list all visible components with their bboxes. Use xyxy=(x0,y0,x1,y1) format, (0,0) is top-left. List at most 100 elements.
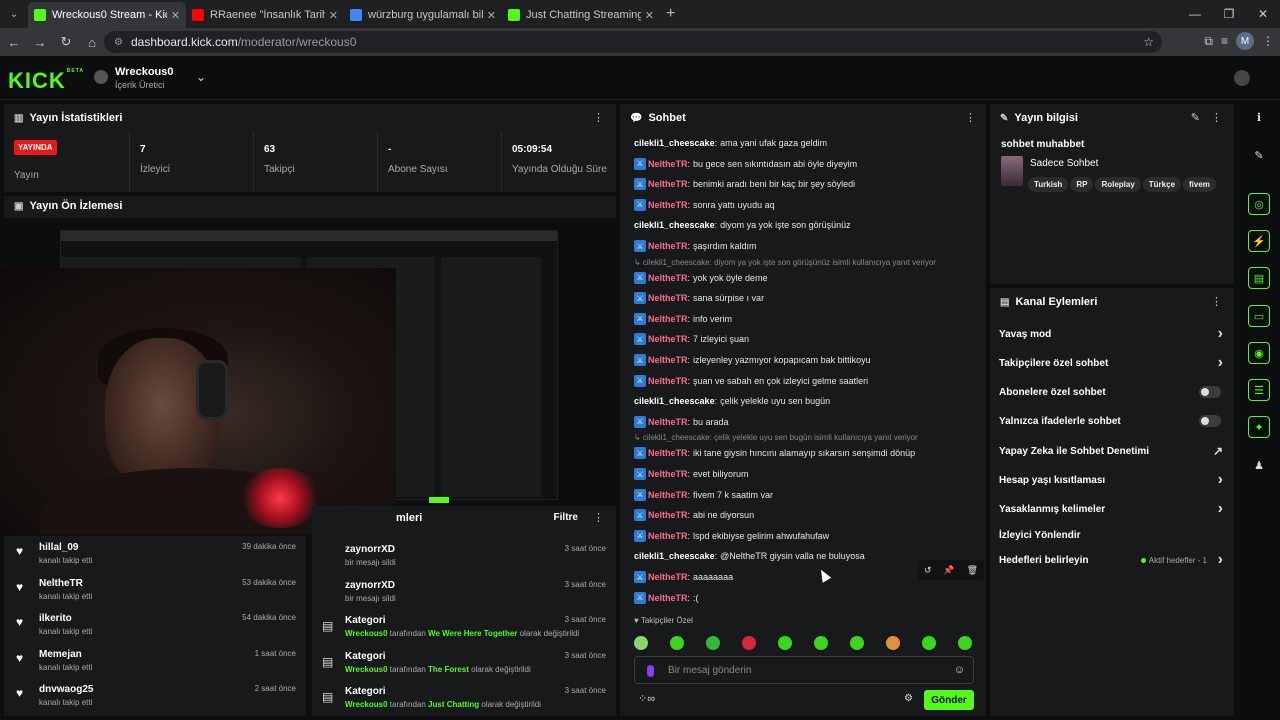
chat-message[interactable]: ⚔ NeltheTR: evet biliyorum xyxy=(634,466,749,482)
edit-icon[interactable]: ✎ xyxy=(1191,111,1200,124)
channel-action-row[interactable]: Hedefleri belirleyin Aktif hedefler - 1 › xyxy=(999,547,1229,573)
site-info-icon[interactable]: ⚙ xyxy=(114,37,123,48)
browser-tab[interactable]: würzburg uygulamalı bilimler ü ✕ xyxy=(344,2,502,28)
minimize-icon[interactable]: — xyxy=(1178,7,1212,21)
chat-message[interactable]: ⚔ NeltheTR: abi ne diyorsun xyxy=(634,507,754,523)
chat-username[interactable]: NeltheTR xyxy=(648,376,688,386)
event-user[interactable]: Wreckous0 xyxy=(345,665,388,674)
reload-icon[interactable]: ↻ xyxy=(54,34,78,50)
chat-message[interactable]: cilekli1_cheescake: @NeltheTR giysin vall… xyxy=(634,548,865,564)
chat-username[interactable]: NeltheTR xyxy=(648,572,688,582)
tab-close-icon[interactable]: ✕ xyxy=(645,9,654,22)
reply-icon[interactable]: ↺ xyxy=(924,565,932,576)
microphone-icon[interactable] xyxy=(647,665,654,677)
emote-icon[interactable] xyxy=(634,636,648,650)
channel-actions-menu-icon[interactable]: ⋮ xyxy=(1211,295,1222,308)
channel-action-row[interactable]: Yalnızca ifadelerle sohbet xyxy=(999,408,1229,434)
users-icon[interactable]: ♟ xyxy=(1248,454,1270,476)
chat-message[interactable]: ⚔ NeltheTR: fivem 7 k saatim var xyxy=(634,487,773,503)
channel-action-row[interactable]: Abonelere özel sohbet xyxy=(999,379,1229,405)
emote-icon[interactable] xyxy=(814,636,828,650)
emote-icon[interactable] xyxy=(922,636,936,650)
tab-close-icon[interactable]: ✕ xyxy=(171,9,180,22)
event-name[interactable]: zaynorrXD xyxy=(345,580,395,591)
chat-menu-icon[interactable]: ⋮ xyxy=(965,111,976,124)
emote-icon[interactable] xyxy=(850,636,864,650)
chat-message[interactable]: ⚔ NeltheTR: lspd ekibiyse gelirim ahwufahu… xyxy=(634,528,829,544)
chat-settings-icon[interactable]: ⚙ xyxy=(904,693,913,704)
home-icon[interactable]: ⌂ xyxy=(80,35,104,50)
user-avatar[interactable] xyxy=(1234,70,1250,86)
stats-menu-icon[interactable]: ⋮ xyxy=(593,111,604,124)
toggle-switch[interactable] xyxy=(1199,386,1221,398)
tab-search-icon[interactable]: ⌄ xyxy=(2,4,26,24)
new-tab-button[interactable]: + xyxy=(666,5,675,23)
chat-username[interactable]: NeltheTR xyxy=(648,273,688,283)
tab-close-icon[interactable]: ✕ xyxy=(329,9,338,22)
events-menu-icon[interactable]: ⋮ xyxy=(593,511,604,524)
event-user[interactable]: Wreckous0 xyxy=(345,629,388,638)
chat-username[interactable]: NeltheTR xyxy=(648,179,688,189)
browser-menu-icon[interactable]: ⋮ xyxy=(1262,34,1274,48)
chat-username[interactable]: NeltheTR xyxy=(648,200,688,210)
chat-message[interactable]: ⚔ NeltheTR: benimki aradı beni bir kaç bir… xyxy=(634,176,855,192)
event-name[interactable]: Kategori xyxy=(345,651,386,662)
chat-message[interactable]: ⚔ NeltheTR: info verim xyxy=(634,311,732,327)
chat-username[interactable]: cilekli1_cheescake xyxy=(634,551,715,561)
info-icon[interactable]: ℹ xyxy=(1248,106,1270,128)
chat-username[interactable]: NeltheTR xyxy=(648,293,688,303)
chat-message[interactable]: ⚔ NeltheTR: bu arada xyxy=(634,414,729,430)
event-name[interactable]: Kategori xyxy=(345,615,386,626)
channel-action-row[interactable]: Yasaklanmış kelimeler › xyxy=(999,496,1229,522)
send-button[interactable]: Gönder xyxy=(924,690,974,710)
channel-action-row[interactable]: Yapay Zeka ile Sohbet Denetimi ↗ xyxy=(999,438,1229,464)
tag-pill[interactable]: fivem xyxy=(1183,177,1216,192)
chat-username[interactable]: NeltheTR xyxy=(648,334,688,344)
focus-icon[interactable]: ◎ xyxy=(1248,193,1270,215)
chat-message[interactable]: ⚔ NeltheTR:7 izleyici şuan xyxy=(634,331,749,347)
emote-icon[interactable] xyxy=(958,636,972,650)
chat-message[interactable]: ⚔ NeltheTR: aaaaaaaa xyxy=(634,569,733,585)
channel-name[interactable]: Wreckous0 xyxy=(115,66,174,78)
chat-message[interactable]: ⚔ NeltheTR: sana sürpise ı var xyxy=(634,290,764,306)
channel-switcher-chevron-icon[interactable]: ⌄ xyxy=(196,70,206,84)
browser-tab[interactable]: Wreckous0 Stream - Kick Dashb ✕ xyxy=(28,2,186,28)
broadcast-icon[interactable]: ◉ xyxy=(1248,342,1270,364)
follower-name[interactable]: Memejan xyxy=(39,649,82,660)
bookmark-star-icon[interactable]: ☆ xyxy=(1143,35,1154,49)
event-name[interactable]: Kategori xyxy=(345,686,386,697)
forward-icon[interactable]: → xyxy=(28,35,52,50)
stream-info-menu-icon[interactable]: ⋮ xyxy=(1211,111,1222,124)
tag-pill[interactable]: Türkçe xyxy=(1142,177,1182,192)
filter-button[interactable]: Filtre xyxy=(554,512,578,523)
extensions-icon[interactable]: ⧉ xyxy=(1204,34,1213,49)
chat-message[interactable]: ⚔ NeltheTR: şuan ve sabah en çok izleyici … xyxy=(634,373,868,389)
chat-message[interactable]: ⚔ NeltheTR: iki tane giysin hıncını alamay… xyxy=(634,445,915,461)
tag-pill[interactable]: Turkish xyxy=(1028,177,1069,192)
chat-message[interactable]: ⚔ NeltheTR: yok yok öyle deme xyxy=(634,270,768,286)
delete-icon[interactable]: 🗑 xyxy=(967,565,978,576)
emote-icon[interactable] xyxy=(670,636,684,650)
chat-username[interactable]: NeltheTR xyxy=(648,531,688,541)
chat-message[interactable]: ⚔ NeltheTR: şaşırdım kaldım xyxy=(634,238,757,254)
channel-action-row[interactable]: Yavaş mod › xyxy=(999,321,1229,347)
event-category[interactable]: We Were Here Together xyxy=(428,629,517,638)
toggle-switch[interactable] xyxy=(1199,415,1221,427)
chat-username[interactable]: cilekli1_cheescake xyxy=(634,138,715,148)
maximize-icon[interactable]: ❐ xyxy=(1212,7,1246,21)
lightning-icon[interactable]: ⚡ xyxy=(1248,230,1270,252)
event-user[interactable]: Wreckous0 xyxy=(345,700,388,709)
channel-action-row[interactable]: Hesap yaşı kısıtlaması › xyxy=(999,467,1229,493)
chat-username[interactable]: NeltheTR xyxy=(648,593,688,603)
chat-icon[interactable]: ▭ xyxy=(1248,305,1270,327)
chat-message[interactable]: ⚔ NeltheTR: bu gece sen sıkıntıdasın abi ö… xyxy=(634,156,857,172)
chat-username[interactable]: cilekli1_cheescake xyxy=(634,220,715,230)
chat-message[interactable]: cilekli1_cheescake: çelik yelekle uyu sen… xyxy=(634,393,830,409)
back-icon[interactable]: ← xyxy=(2,35,26,50)
chat-tools-icon[interactable]: ⁘∞ xyxy=(638,692,655,705)
event-category[interactable]: Just Chatting xyxy=(428,700,479,709)
pin-icon[interactable]: 📌 xyxy=(943,565,954,576)
channel-action-row[interactable]: İzleyici Yönlendir xyxy=(999,522,1229,548)
server-icon[interactable]: ☰ xyxy=(1248,379,1270,401)
chat-message[interactable]: ⚔ NeltheTR: izleyenley yazmıyor kopарıcam … xyxy=(634,352,871,368)
